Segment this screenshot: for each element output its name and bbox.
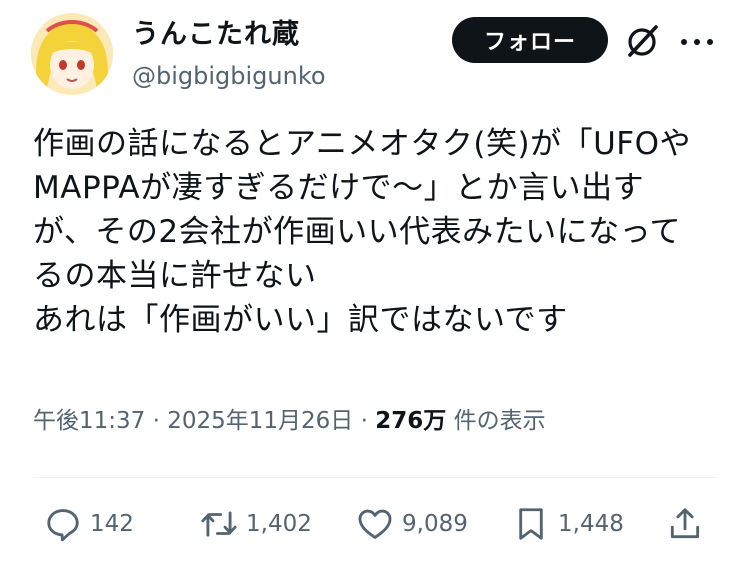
tweet-meta: 午後11:37 · 2025年11月26日 · 276万 件の表示 bbox=[33, 405, 546, 437]
bookmark-button[interactable]: 1,448 bbox=[512, 504, 624, 544]
more-icon[interactable] bbox=[680, 38, 714, 46]
views-label: 件の表示 bbox=[453, 408, 546, 434]
tweet-date[interactable]: 2025年11月26日 bbox=[167, 408, 353, 434]
author-handle[interactable]: @bigbigbigunko bbox=[132, 61, 326, 91]
share-icon bbox=[670, 508, 700, 539]
avatar[interactable] bbox=[31, 13, 113, 95]
avatar-image bbox=[31, 13, 113, 95]
views-count: 276万 bbox=[375, 408, 447, 434]
repost-count: 1,402 bbox=[246, 511, 312, 537]
meta-separator: · bbox=[152, 408, 160, 434]
like-button[interactable]: 9,089 bbox=[356, 504, 468, 544]
author-display-name[interactable]: うんこたれ蔵 bbox=[132, 18, 300, 52]
meta-separator: · bbox=[360, 408, 368, 434]
reply-count: 142 bbox=[90, 511, 134, 537]
reply-bubble-icon bbox=[47, 509, 79, 542]
tweet-time[interactable]: 午後11:37 bbox=[33, 408, 145, 434]
heart-icon bbox=[358, 509, 392, 539]
bookmark-count: 1,448 bbox=[558, 511, 624, 537]
repost-button[interactable]: 1,402 bbox=[200, 504, 312, 544]
bookmark-icon bbox=[519, 508, 543, 540]
share-button[interactable] bbox=[666, 504, 712, 544]
like-count: 9,089 bbox=[402, 511, 468, 537]
divider bbox=[33, 477, 717, 478]
reply-button[interactable]: 142 bbox=[44, 504, 134, 544]
follow-button[interactable]: フォロー bbox=[452, 17, 608, 63]
tweet-text: 作画の話になるとアニメオタク(笑)が「UFOや MAPPAが凄すぎるだけで〜」と… bbox=[33, 126, 691, 338]
repost-icon bbox=[201, 511, 237, 537]
grok-icon[interactable] bbox=[625, 23, 661, 59]
